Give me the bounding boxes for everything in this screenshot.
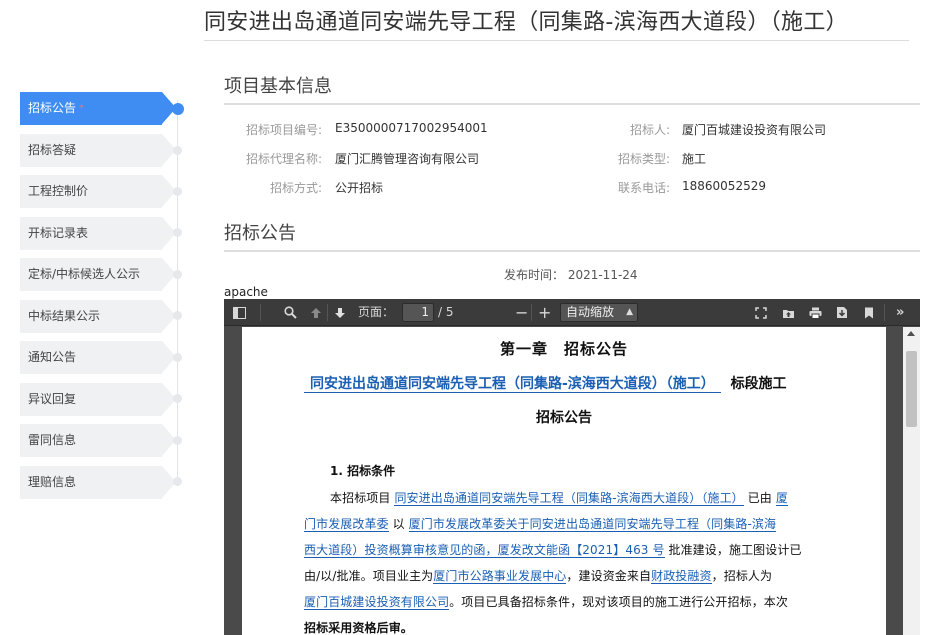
doc-underlined-text: 同安进出岛通道同安端先导工程（同集路-滨海西大道段）（施工） bbox=[394, 491, 744, 506]
doc-chapter-title: 第一章 招标公告 bbox=[499, 340, 628, 358]
total-pages: / 5 bbox=[438, 305, 454, 319]
nav-item-notices[interactable]: 通知公告 bbox=[20, 341, 176, 374]
scroll-thumb[interactable] bbox=[906, 351, 917, 427]
label-project-number: 招标项目编号: bbox=[245, 123, 322, 137]
doc-paragraph-line: 门市发展改革委 以 厦门市发展改革委关于同安进出岛通道同安端先导工程（同集路-滨… bbox=[304, 515, 777, 532]
page-title: 同安进出岛通道同安端先导工程（同集路-滨海西大道段）（施工） bbox=[204, 10, 848, 35]
toolbar-separator bbox=[884, 304, 885, 321]
doc-project-title: 同安进出岛通道同安端先导工程（同集路-滨海西大道段）（施工） 标段施工 bbox=[304, 373, 787, 393]
doc-text: 批准建设，施工图设计已 bbox=[668, 543, 802, 557]
next-page-icon[interactable] bbox=[334, 299, 346, 326]
doc-text: 。项目已具备招标条件，现对该项目的施工进行公开招标，本次 bbox=[449, 595, 789, 609]
presentation-icon[interactable] bbox=[755, 299, 767, 326]
search-icon[interactable] bbox=[284, 299, 297, 326]
doc-text: 由/以/批准。项目业主为 bbox=[304, 569, 434, 583]
label-phone: 联系电话: bbox=[617, 181, 670, 195]
doc-text: ，招标人为 bbox=[711, 569, 773, 583]
label-tenderer: 招标人: bbox=[629, 123, 670, 137]
scroll-up-arrow-icon[interactable] bbox=[907, 331, 915, 336]
page-number-input[interactable]: 1 bbox=[402, 303, 434, 322]
download-icon[interactable] bbox=[836, 299, 848, 326]
zoom-out-icon[interactable]: − bbox=[515, 299, 528, 326]
print-icon[interactable] bbox=[809, 299, 822, 326]
chevron-updown-icon: ▲ bbox=[626, 307, 633, 317]
doc-underlined-text: 厦门百城建设投资有限公司 bbox=[304, 595, 450, 610]
doc-text: ，建设资金来自 bbox=[566, 569, 652, 583]
nav-item-award-result[interactable]: 中标结果公示 bbox=[20, 299, 176, 333]
toolbar-separator bbox=[260, 304, 261, 321]
doc-underlined-text: 门市发展改革委 bbox=[304, 517, 389, 532]
nav-item-objection-reply[interactable]: 异议回复 bbox=[20, 382, 176, 416]
value-tenderer: 厦门百城建设投资有限公司 bbox=[682, 123, 827, 137]
pdf-page: 第一章 招标公告 同安进出岛通道同安端先导工程（同集路-滨海西大道段）（施工） … bbox=[242, 327, 886, 635]
sidebar-toggle-icon[interactable] bbox=[233, 299, 246, 326]
publish-time: 发布时间： 2021-11-24 bbox=[504, 268, 638, 282]
section-title-basic-info: 项目基本信息 bbox=[224, 76, 332, 97]
nav-dot bbox=[173, 477, 182, 486]
left-nav: 招标公告 * 招标答疑 工程控制价 开标记录表 定标/中标候选人公示 中标结果公示… bbox=[20, 92, 190, 507]
page-label: 页面： bbox=[358, 305, 395, 319]
zoom-value: 自动缩放 bbox=[566, 305, 615, 319]
doc-section-1: 1. 招标条件 bbox=[330, 464, 396, 478]
nav-item-control-price[interactable]: 工程控制价 bbox=[20, 175, 176, 208]
open-file-icon[interactable] bbox=[782, 299, 795, 326]
section-title-announcement: 招标公告 bbox=[224, 223, 296, 244]
frame-label: apache bbox=[224, 285, 268, 299]
nav-item-label: 招标公告 bbox=[28, 101, 77, 115]
nav-dot bbox=[173, 187, 182, 196]
doc-project-suffix: 标段施工 bbox=[730, 376, 787, 392]
doc-paragraph-line: 招标采用资格后审。 bbox=[304, 621, 413, 635]
value-tender-type: 施工 bbox=[682, 152, 707, 166]
label-tender-method: 招标方式: bbox=[269, 181, 322, 195]
section-divider bbox=[224, 103, 920, 105]
doc-underlined-text: 厦 bbox=[775, 491, 788, 506]
doc-underlined-text: 厦门市公路事业发展中心 bbox=[433, 569, 567, 584]
nav-item-similar-info[interactable]: 雷同信息 bbox=[20, 424, 176, 457]
value-agent: 厦门汇腾管理咨询有限公司 bbox=[335, 152, 480, 166]
label-tender-type: 招标类型: bbox=[617, 152, 670, 166]
value-tender-method: 公开招标 bbox=[335, 181, 384, 195]
pdf-scrollbar[interactable] bbox=[903, 327, 920, 635]
pdf-viewer[interactable]: 页面： 1 / 5 − + 自动缩放 ▲ » 第一章 招标公告 同安进出岛通道同安… bbox=[224, 299, 920, 635]
nav-item-bid-opening[interactable]: 开标记录表 bbox=[20, 216, 176, 250]
section-divider bbox=[224, 250, 920, 252]
nav-dot bbox=[173, 436, 182, 445]
doc-text: 已由 bbox=[747, 491, 772, 505]
nav-dot bbox=[173, 228, 182, 237]
nav-item-candidates[interactable]: 定标/中标候选人公示 bbox=[20, 258, 176, 291]
zoom-select[interactable]: 自动缩放 ▲ bbox=[560, 303, 638, 322]
nav-dot bbox=[173, 394, 182, 403]
nav-dot bbox=[173, 270, 182, 279]
doc-underlined-text: 厦门市发展改革委关于同安进出岛通道同安端先导工程（同集路-滨海 bbox=[408, 517, 777, 532]
doc-underlined-text: 财政投融资 bbox=[651, 569, 712, 584]
prev-page-icon[interactable] bbox=[310, 299, 322, 326]
required-mark: * bbox=[79, 103, 85, 114]
doc-paragraph-line: 本招标项目 同安进出岛通道同安端先导工程（同集路-滨海西大道段）（施工） 已由 … bbox=[330, 489, 788, 506]
toolbar-separator bbox=[531, 304, 532, 321]
doc-paragraph-line: 厦门百城建设投资有限公司。项目已具备招标条件，现对该项目的施工进行公开招标，本次 bbox=[304, 593, 788, 610]
zoom-in-icon[interactable]: + bbox=[538, 299, 551, 326]
nav-dot bbox=[173, 353, 182, 362]
doc-text: 本招标项目 bbox=[330, 491, 391, 505]
nav-dot bbox=[173, 146, 182, 155]
doc-underlined-text: 西大道段）投资概算审核意见的函，厦发改文能函【2021】463 号 bbox=[304, 543, 665, 558]
doc-project-name: 同安进出岛通道同安端先导工程（同集路-滨海西大道段）（施工） bbox=[304, 376, 721, 393]
nav-dot bbox=[173, 311, 182, 320]
value-project-number: E3500000717002954001 bbox=[335, 121, 488, 135]
pdf-toolbar: 页面： 1 / 5 − + 自动缩放 ▲ » bbox=[224, 299, 920, 326]
bookmark-icon[interactable] bbox=[864, 299, 874, 326]
value-phone: 18860052529 bbox=[682, 179, 766, 193]
doc-paragraph-line: 西大道段）投资概算审核意见的函，厦发改文能函【2021】463 号 批准建设，施… bbox=[304, 541, 802, 558]
nav-item-qa[interactable]: 招标答疑 bbox=[20, 133, 176, 167]
nav-item-announcement[interactable]: 招标公告 * bbox=[20, 92, 176, 125]
tools-icon[interactable]: » bbox=[896, 299, 904, 326]
doc-heading: 招标公告 bbox=[536, 410, 592, 426]
doc-text: 以 bbox=[392, 517, 405, 531]
toolbar-separator bbox=[327, 304, 328, 321]
doc-paragraph-line: 由/以/批准。项目业主为厦门市公路事业发展中心，建设资金来自财政投融资，招标人为 bbox=[304, 567, 772, 584]
label-agent: 招标代理名称: bbox=[245, 152, 322, 166]
nav-dot-active bbox=[172, 103, 184, 115]
nav-item-claims[interactable]: 理赔信息 bbox=[20, 465, 176, 499]
title-divider bbox=[204, 40, 909, 41]
